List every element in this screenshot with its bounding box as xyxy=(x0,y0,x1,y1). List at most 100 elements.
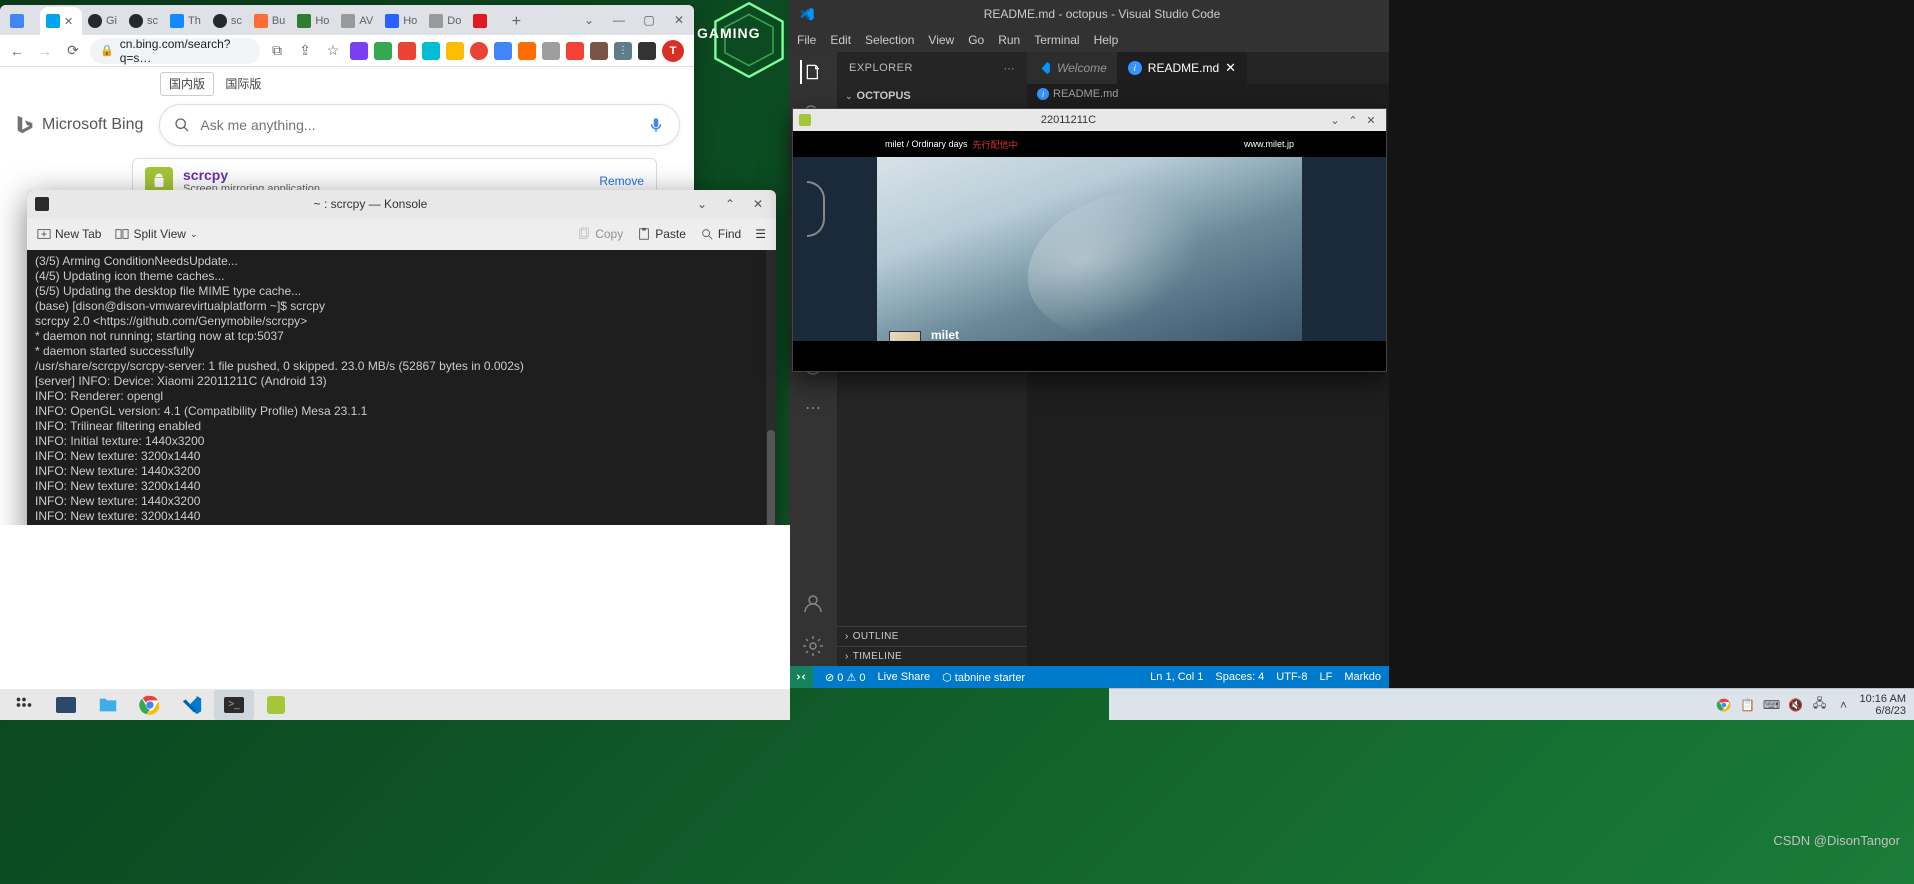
account-icon[interactable] xyxy=(801,592,825,616)
maximize-button[interactable]: ▢ xyxy=(634,5,664,35)
split-view-button[interactable]: Split View⌄ xyxy=(115,227,197,241)
address-bar[interactable]: 🔒 cn.bing.com/search?q=s… xyxy=(90,38,260,64)
menu-selection[interactable]: Selection xyxy=(865,33,914,47)
bing-logo[interactable]: Microsoft Bing xyxy=(14,114,143,136)
tab-welcome[interactable]: Welcome xyxy=(1027,52,1118,84)
project-folder[interactable]: ⌄OCTOPUS xyxy=(837,86,1027,106)
remove-suggestion[interactable]: Remove xyxy=(599,174,644,188)
tabs-dropdown[interactable]: ⌄ xyxy=(574,5,604,35)
ext-icon[interactable] xyxy=(590,42,608,60)
scrcpy-button[interactable] xyxy=(256,690,296,720)
tabnine-status[interactable]: ⬡ tabnine starter xyxy=(942,671,1025,684)
ext-icon[interactable] xyxy=(566,42,584,60)
cursor-position[interactable]: Ln 1, Col 1 xyxy=(1150,671,1203,683)
clock[interactable]: 10:16 AM 6/8/23 xyxy=(1860,693,1906,717)
spaces-indicator[interactable]: Spaces: 4 xyxy=(1215,671,1264,683)
tray-keyboard-icon[interactable]: ⌨ xyxy=(1764,697,1780,713)
close-button[interactable]: ✕ xyxy=(748,194,768,214)
star-icon[interactable]: ☆ xyxy=(322,40,344,62)
phone-screen[interactable]: milet / Ordinary days 先行配信中 www.milet.jp… xyxy=(793,131,1386,371)
copy-button[interactable]: Copy xyxy=(577,227,623,241)
encoding-indicator[interactable]: UTF-8 xyxy=(1276,671,1307,683)
menu-run[interactable]: Run xyxy=(998,33,1020,47)
ext-icon[interactable] xyxy=(350,42,368,60)
scrcpy-titlebar[interactable]: 22011211C ⌄ ⌃ ✕ xyxy=(793,109,1386,131)
menu-terminal[interactable]: Terminal xyxy=(1034,33,1079,47)
paste-button[interactable]: Paste xyxy=(637,227,686,241)
browser-tab[interactable]: AV xyxy=(335,7,379,35)
browser-tab[interactable]: Ho xyxy=(379,7,423,35)
menu-help[interactable]: Help xyxy=(1094,33,1119,47)
tray-clipboard-icon[interactable]: 📋 xyxy=(1740,697,1756,713)
close-button[interactable]: ✕ xyxy=(1362,114,1380,127)
menu-file[interactable]: File xyxy=(797,33,816,47)
language-indicator[interactable]: Markdo xyxy=(1344,671,1381,683)
panel-button[interactable] xyxy=(46,690,86,720)
menu-edit[interactable]: Edit xyxy=(830,33,851,47)
chrome-titlebar[interactable]: ✕ Gi sc Th sc Bu Ho AV Ho Do + ⌄ — ▢ ✕ xyxy=(0,5,694,35)
lang-cn[interactable]: 国内版 xyxy=(160,72,214,96)
extensions-menu-icon[interactable]: ⋮ xyxy=(614,42,632,60)
tray-chevron-icon[interactable]: ˄ xyxy=(1836,697,1852,713)
maximize-button[interactable]: ⌃ xyxy=(1344,114,1362,127)
lang-intl[interactable]: 国际版 xyxy=(217,73,269,95)
minimize-button[interactable]: ⌄ xyxy=(692,194,712,214)
more-icon[interactable]: ⋯ xyxy=(1004,62,1016,75)
tab-readme[interactable]: iREADME.md✕ xyxy=(1118,52,1247,84)
gear-icon[interactable] xyxy=(801,634,825,658)
tab-close-icon[interactable]: ✕ xyxy=(1225,60,1236,76)
errors-count[interactable]: ⊘ 0 ⚠ 0 xyxy=(825,671,866,684)
tray-mute-icon[interactable]: 🔇 xyxy=(1788,697,1804,713)
vscode-button[interactable] xyxy=(172,690,212,720)
ext-icon[interactable] xyxy=(638,42,656,60)
ext-icon[interactable] xyxy=(374,42,392,60)
share-icon[interactable]: ⇪ xyxy=(294,40,316,62)
start-button[interactable] xyxy=(4,690,44,720)
tray-network-icon[interactable]: 🖧 xyxy=(1812,697,1828,713)
close-button[interactable]: ✕ xyxy=(664,5,694,35)
vscode-titlebar[interactable]: README.md - octopus - Visual Studio Code xyxy=(789,0,1389,28)
outline-section[interactable]: ›OUTLINE xyxy=(837,626,1027,646)
mic-icon[interactable] xyxy=(647,116,665,134)
terminal-button[interactable]: >_ xyxy=(214,690,254,720)
maximize-button[interactable]: ⌃ xyxy=(720,194,740,214)
chrome-button[interactable] xyxy=(130,690,170,720)
ext-icon[interactable] xyxy=(446,42,464,60)
tray-chrome-icon[interactable] xyxy=(1716,697,1732,713)
remote-indicator[interactable] xyxy=(789,666,813,688)
menu-go[interactable]: Go xyxy=(968,33,984,47)
tab-close-icon[interactable]: ✕ xyxy=(64,15,76,27)
konsole-titlebar[interactable]: ~ : scrcpy — Konsole ⌄ ⌃ ✕ xyxy=(27,190,776,218)
minimize-button[interactable]: — xyxy=(604,5,634,35)
browser-tab-active[interactable]: ✕ xyxy=(40,7,82,35)
ext-icon[interactable] xyxy=(398,42,416,60)
reader-icon[interactable]: ⧉ xyxy=(266,40,288,62)
browser-tab[interactable]: sc xyxy=(207,7,248,35)
forward-button[interactable]: → xyxy=(34,40,56,62)
new-tab-button[interactable]: New Tab xyxy=(37,227,101,241)
bing-search-box[interactable] xyxy=(159,104,680,146)
ext-icon[interactable] xyxy=(518,42,536,60)
reload-button[interactable]: ⟳ xyxy=(62,40,84,62)
browser-tab[interactable] xyxy=(467,7,503,35)
browser-tab[interactable]: Th xyxy=(164,7,207,35)
browser-tab[interactable]: Ho xyxy=(291,7,335,35)
back-button[interactable]: ← xyxy=(6,40,28,62)
eol-indicator[interactable]: LF xyxy=(1319,671,1332,683)
explorer-icon[interactable] xyxy=(800,60,824,84)
menu-button[interactable]: ☰ xyxy=(755,227,766,241)
browser-tab[interactable]: Do xyxy=(423,7,467,35)
files-button[interactable] xyxy=(88,690,128,720)
browser-tab[interactable]: sc xyxy=(123,7,164,35)
search-input[interactable] xyxy=(200,117,637,133)
ext-icon[interactable] xyxy=(470,42,488,60)
minimize-button[interactable]: ⌄ xyxy=(1326,114,1344,127)
breadcrumb[interactable]: iREADME.md xyxy=(1027,84,1389,104)
ext-icon[interactable] xyxy=(422,42,440,60)
new-tab-button[interactable]: + xyxy=(503,9,529,35)
ext-icon[interactable] xyxy=(542,42,560,60)
profile-avatar[interactable]: T xyxy=(662,40,684,62)
more-icon[interactable]: ⋯ xyxy=(801,396,825,420)
browser-tab[interactable]: Bu xyxy=(248,7,291,35)
browser-tab[interactable] xyxy=(4,7,40,35)
